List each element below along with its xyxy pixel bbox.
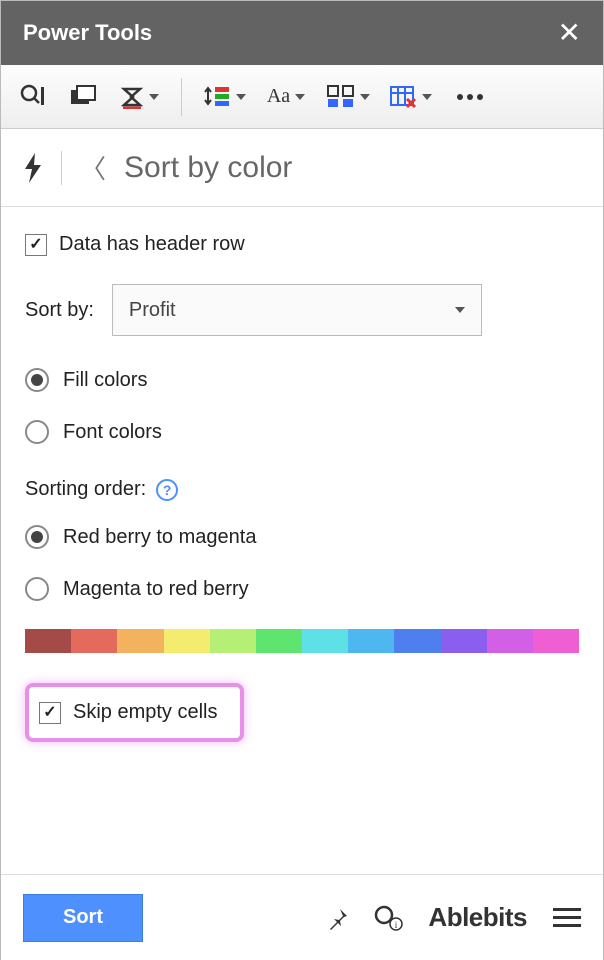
spectrum-swatch (164, 629, 210, 653)
skip-empty-checkbox-row[interactable]: Skip empty cells (39, 701, 218, 724)
sort-by-label: Sort by: (25, 299, 94, 322)
brand-label: Ablebits (428, 902, 527, 933)
sort-by-value: Profit (129, 299, 176, 322)
order-rb-to-m-radio[interactable]: Red berry to magenta (25, 525, 579, 549)
content: Data has header row Sort by: Profit Fill… (1, 207, 603, 742)
page-title: Sort by color (124, 151, 292, 185)
radio-icon (25, 368, 49, 392)
breadcrumb: 〈 Sort by color (1, 129, 603, 207)
help-icon[interactable]: ? (156, 479, 178, 501)
tool-sum-dropdown[interactable] (111, 75, 167, 119)
sort-by-row: Sort by: Profit (25, 284, 579, 336)
fill-colors-radio[interactable]: Fill colors (25, 368, 579, 392)
breadcrumb-separator (61, 151, 62, 185)
chevron-down-icon (360, 94, 370, 100)
chevron-down-icon (422, 94, 432, 100)
tool-sort-color-dropdown[interactable] (196, 75, 252, 119)
order-rb-to-m-label: Red berry to magenta (63, 526, 256, 549)
spectrum-swatch (302, 629, 348, 653)
radio-icon (25, 525, 49, 549)
bolt-icon[interactable] (23, 153, 43, 183)
chevron-down-icon (455, 307, 465, 313)
skip-empty-label: Skip empty cells (73, 701, 218, 724)
checkbox-icon (25, 234, 47, 256)
titlebar: Power Tools ✕ (1, 1, 603, 65)
spectrum-swatch (25, 629, 71, 653)
spectrum-swatch (487, 629, 533, 653)
radio-icon (25, 420, 49, 444)
spectrum-swatch (348, 629, 394, 653)
menu-icon[interactable] (553, 903, 581, 932)
tool-split-dropdown[interactable] (320, 75, 376, 119)
skip-empty-highlight: Skip empty cells (25, 683, 244, 742)
font-colors-radio[interactable]: Font colors (25, 420, 579, 444)
tool-sheets-icon[interactable] (61, 75, 105, 119)
chevron-down-icon (149, 94, 159, 100)
tool-text-dropdown[interactable]: Aa (258, 75, 314, 119)
checkbox-icon (39, 702, 61, 724)
radio-icon (25, 577, 49, 601)
back-chevron-icon[interactable]: 〈 (80, 149, 106, 186)
header-row-checkbox-row[interactable]: Data has header row (25, 233, 579, 256)
sort-button[interactable]: Sort (23, 894, 143, 942)
sort-by-select[interactable]: Profit (112, 284, 482, 336)
chevron-down-icon (295, 94, 305, 100)
chevron-down-icon (236, 94, 246, 100)
sorting-order-label-row: Sorting order: ? (25, 478, 579, 501)
spectrum-swatch (71, 629, 117, 653)
footer: Sort i Ablebits (1, 874, 603, 960)
order-m-to-rb-radio[interactable]: Magenta to red berry (25, 577, 579, 601)
tool-clear-dropdown[interactable] (382, 75, 438, 119)
spectrum-swatch (533, 629, 579, 653)
tool-more-icon[interactable] (448, 75, 492, 119)
search-info-icon[interactable]: i (370, 900, 406, 936)
close-icon[interactable]: ✕ (558, 19, 581, 47)
spectrum-swatch (117, 629, 163, 653)
app-title: Power Tools (23, 20, 152, 46)
sorting-order-label: Sorting order: (25, 478, 146, 501)
font-colors-label: Font colors (63, 421, 162, 444)
toolbar: Aa (1, 65, 603, 129)
spectrum-swatch (441, 629, 487, 653)
spectrum-swatch (256, 629, 302, 653)
color-spectrum (25, 629, 579, 653)
order-m-to-rb-label: Magenta to red berry (63, 578, 249, 601)
pin-icon[interactable] (320, 900, 356, 936)
fill-colors-label: Fill colors (63, 369, 147, 392)
spectrum-swatch (394, 629, 440, 653)
toolbar-separator (181, 78, 182, 116)
tool-find-icon[interactable] (11, 75, 55, 119)
spectrum-swatch (210, 629, 256, 653)
header-row-label: Data has header row (59, 233, 245, 256)
